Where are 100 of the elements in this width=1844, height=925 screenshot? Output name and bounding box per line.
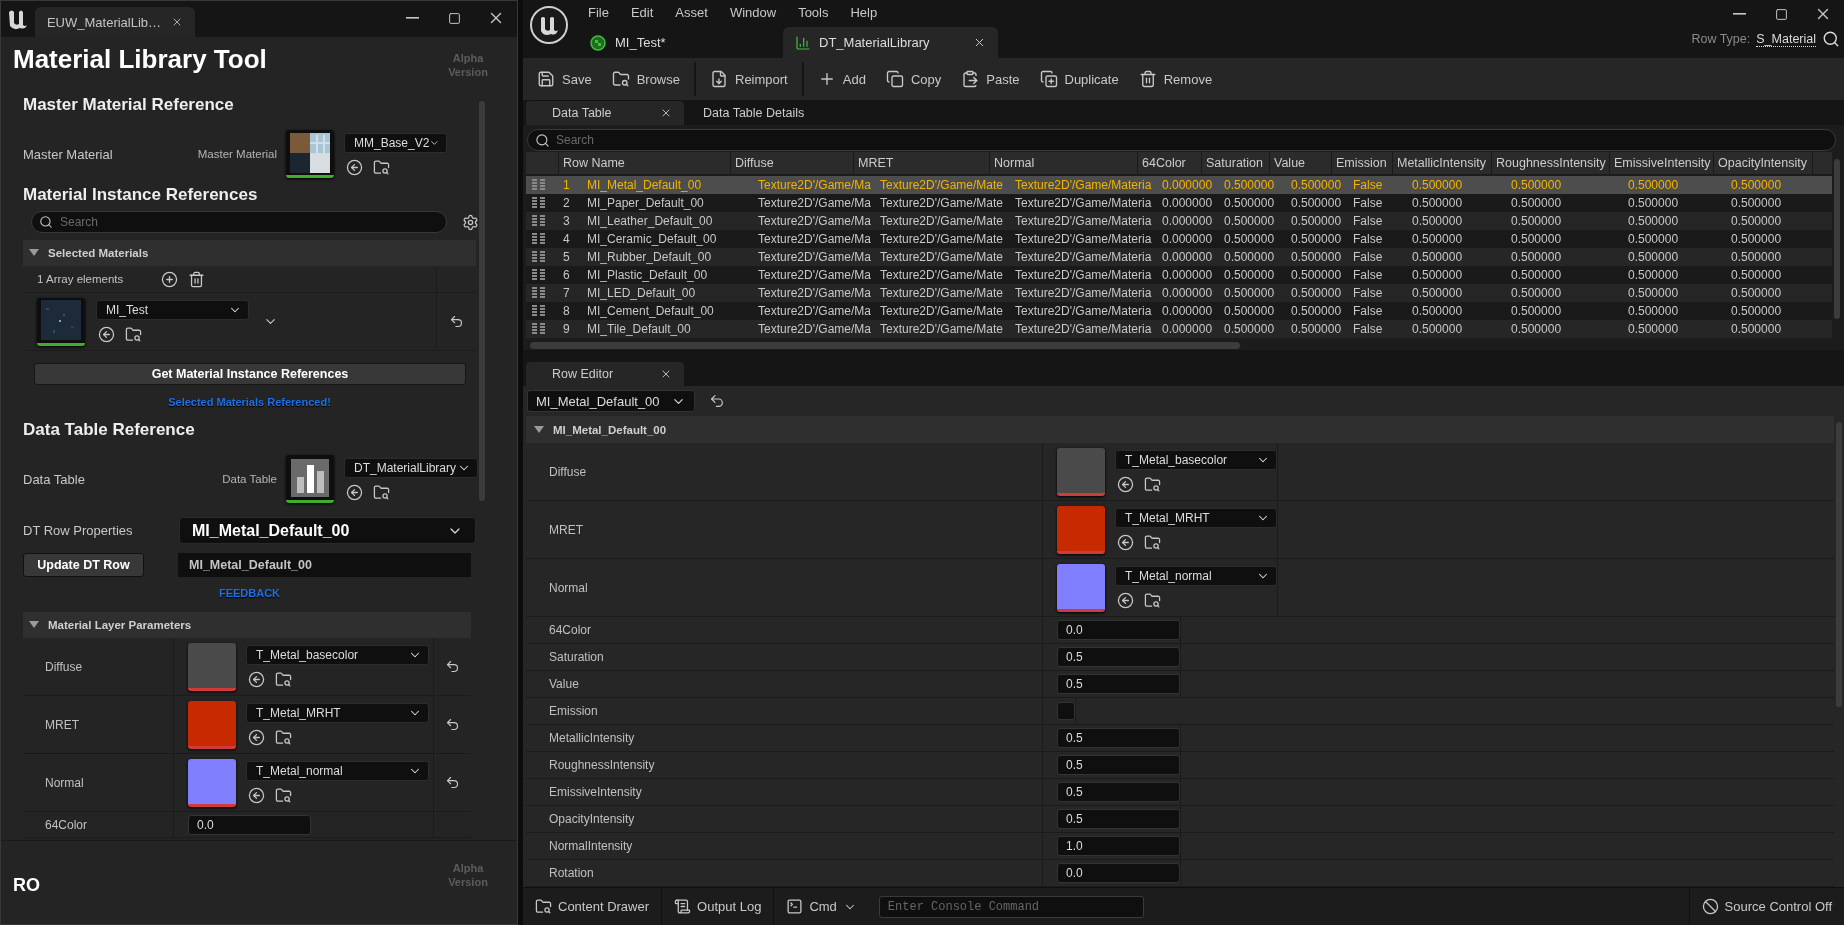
menu-item[interactable]: Window bbox=[718, 1, 788, 23]
folder-search-icon[interactable] bbox=[275, 729, 292, 746]
table-row[interactable]: 3 MI_Leather_Default_00 Texture2D'/Game/Ma Texture2D'/Game/Mate Texture2D'/Game/Materia 0.000000 0.500000 0.500000 False 0.500000 0.500000 0.500000 0.500000 bbox=[526, 212, 1832, 230]
menu-item[interactable]: Tools bbox=[787, 1, 840, 23]
column-header[interactable]: EmissiveIntensity bbox=[1610, 152, 1714, 174]
toolbar-button[interactable]: Copy bbox=[875, 62, 952, 96]
asset-dropdown[interactable]: MM_Base_V2 bbox=[344, 132, 447, 153]
content-drawer-button[interactable]: Content Drawer bbox=[523, 888, 663, 925]
update-row-button[interactable]: Update DT Row bbox=[23, 553, 144, 577]
arrow-circle-icon[interactable] bbox=[346, 483, 363, 501]
drag-handle-icon[interactable] bbox=[532, 269, 546, 281]
number-field[interactable]: 0.5 bbox=[1057, 728, 1180, 748]
column-header[interactable]: Diffuse bbox=[731, 152, 854, 174]
asset-thumbnail[interactable] bbox=[286, 130, 334, 178]
undo-arrow-icon[interactable] bbox=[445, 775, 460, 790]
asset-thumbnail[interactable] bbox=[37, 297, 85, 346]
column-header[interactable]: Value bbox=[1270, 152, 1332, 174]
search-icon[interactable] bbox=[1822, 30, 1840, 48]
toolbar-button[interactable]: Browse bbox=[601, 62, 690, 96]
column-header[interactable]: Row Name bbox=[559, 152, 731, 174]
asset-dropdown[interactable]: T_Metal_normal bbox=[246, 761, 429, 781]
menu-item[interactable]: Asset bbox=[664, 1, 719, 23]
search-field[interactable]: Search bbox=[527, 129, 1836, 151]
caret-icon[interactable] bbox=[29, 249, 39, 257]
number-field[interactable]: 0.5 bbox=[1057, 809, 1180, 829]
menu-item[interactable]: File bbox=[577, 1, 620, 23]
texture-swatch[interactable] bbox=[188, 700, 236, 749]
undo-arrow-icon[interactable] bbox=[449, 314, 464, 329]
column-header[interactable]: Saturation bbox=[1202, 152, 1270, 174]
asset-dropdown[interactable]: T_Metal_basecolor bbox=[246, 645, 429, 665]
close-icon[interactable] bbox=[660, 368, 672, 380]
asset-dropdown[interactable]: T_Metal_MRHT bbox=[246, 703, 429, 723]
source-control-button[interactable]: Source Control Off bbox=[1688, 888, 1844, 925]
column-header[interactable]: RoughnessIntensity bbox=[1492, 152, 1610, 174]
scrollbar[interactable] bbox=[1834, 159, 1840, 319]
row-name-field[interactable]: MI_Metal_Default_00 bbox=[178, 553, 471, 577]
toolbar-button[interactable]: Duplicate bbox=[1029, 62, 1129, 96]
table-row[interactable]: 9 MI_Tile_Default_00 Texture2D'/Game/Ma Texture2D'/Game/Mate Texture2D'/Game/Materia 0.000000 0.500000 0.500000 False 0.500000 0.500000 0.500000 0.500000 bbox=[526, 320, 1832, 338]
table-row[interactable]: 7 MI_LED_Default_00 Texture2D'/Game/Ma Texture2D'/Game/Mate Texture2D'/Game/Materia 0.000000 0.500000 0.500000 False 0.500000 0.500000 0.500000 0.500000 bbox=[526, 284, 1832, 302]
folder-search-icon[interactable] bbox=[373, 158, 390, 176]
asset-dropdown[interactable]: DT_MaterialLibrary bbox=[344, 457, 478, 478]
texture-swatch[interactable] bbox=[1057, 447, 1105, 496]
folder-search-icon[interactable] bbox=[1144, 592, 1161, 609]
caret-icon[interactable] bbox=[29, 621, 39, 629]
menu-item[interactable]: Edit bbox=[619, 1, 665, 23]
arrow-circle-icon[interactable] bbox=[1117, 534, 1134, 551]
folder-search-icon[interactable] bbox=[275, 787, 292, 804]
toolbar-button[interactable]: Add bbox=[807, 62, 876, 96]
number-field[interactable]: 0.5 bbox=[1057, 755, 1180, 775]
close-icon[interactable] bbox=[660, 107, 672, 119]
number-field[interactable]: 0.5 bbox=[1057, 674, 1180, 694]
menu-item[interactable]: Help bbox=[839, 1, 889, 23]
asset-dropdown[interactable]: T_Metal_MRHT bbox=[1115, 508, 1277, 528]
scrollbar[interactable] bbox=[530, 342, 1240, 349]
column-header[interactable]: MRET bbox=[854, 152, 990, 174]
checkbox[interactable] bbox=[1057, 702, 1075, 720]
undo-arrow-icon[interactable] bbox=[709, 393, 725, 409]
output-log-button[interactable]: Output Log bbox=[662, 888, 775, 925]
settings-icon[interactable] bbox=[462, 213, 479, 231]
asset-dropdown[interactable]: MI_Test bbox=[96, 300, 249, 320]
drag-handle-icon[interactable] bbox=[532, 287, 546, 299]
row-type-link[interactable]: S_Material bbox=[1756, 31, 1816, 47]
folder-search-icon[interactable] bbox=[1144, 476, 1161, 493]
number-field[interactable]: 0.0 bbox=[1057, 863, 1180, 883]
arrow-circle-icon[interactable] bbox=[98, 326, 115, 343]
search-field[interactable]: Search bbox=[31, 211, 447, 233]
undo-arrow-icon[interactable] bbox=[445, 717, 460, 732]
number-field[interactable]: 1.0 bbox=[1057, 836, 1180, 856]
document-tab[interactable]: DT_MaterialLibrary bbox=[783, 27, 998, 58]
arrow-circle-icon[interactable] bbox=[346, 158, 363, 176]
caret-icon[interactable] bbox=[534, 425, 544, 434]
document-tab[interactable]: MI_Test* bbox=[577, 27, 775, 58]
document-tab[interactable]: EUW_MaterialLib… bbox=[35, 7, 195, 37]
arrow-circle-icon[interactable] bbox=[248, 671, 265, 688]
console-field[interactable]: Enter Console Command bbox=[878, 895, 1144, 918]
texture-swatch[interactable] bbox=[188, 758, 236, 807]
table-row[interactable]: 5 MI_Rubber_Default_00 Texture2D'/Game/Ma Texture2D'/Game/Mate Texture2D'/Game/Materia 0.000000 0.500000 0.500000 False 0.500000 0.500000 0.500000 0.500000 bbox=[526, 248, 1832, 266]
toolbar-button[interactable]: Paste bbox=[951, 62, 1030, 96]
column-header[interactable]: 64Color bbox=[1138, 152, 1202, 174]
row-dropdown[interactable]: MI_Metal_Default_00 bbox=[179, 517, 476, 544]
trash-icon[interactable] bbox=[188, 270, 205, 288]
panel-tab[interactable]: Data Table Details bbox=[687, 101, 845, 125]
texture-swatch[interactable] bbox=[188, 642, 236, 691]
table-row[interactable]: 1 MI_Metal_Default_00 Texture2D'/Game/Ma Texture2D'/Game/Mate Texture2D'/Game/Materia 0.000000 0.500000 0.500000 False 0.500000 0.500000 0.500000 0.500000 bbox=[526, 176, 1832, 194]
asset-dropdown[interactable]: T_Metal_normal bbox=[1115, 566, 1277, 586]
plus-circle-icon[interactable] bbox=[161, 270, 178, 288]
column-header[interactable]: OpacityIntensity bbox=[1714, 152, 1813, 174]
texture-swatch[interactable] bbox=[1057, 563, 1105, 612]
arrow-circle-icon[interactable] bbox=[248, 729, 265, 746]
column-header[interactable]: MetallicIntensity bbox=[1393, 152, 1492, 174]
drag-handle-icon[interactable] bbox=[532, 305, 546, 317]
drag-handle-icon[interactable] bbox=[532, 323, 546, 335]
number-field[interactable]: 0.5 bbox=[1057, 647, 1180, 667]
arrow-circle-icon[interactable] bbox=[248, 787, 265, 804]
folder-search-icon[interactable] bbox=[1144, 534, 1161, 551]
drag-handle-icon[interactable] bbox=[532, 251, 546, 263]
drag-handle-icon[interactable] bbox=[532, 179, 546, 191]
column-header[interactable]: Emission bbox=[1332, 152, 1393, 174]
drag-handle-icon[interactable] bbox=[532, 215, 546, 227]
column-header[interactable]: Normal bbox=[990, 152, 1138, 174]
